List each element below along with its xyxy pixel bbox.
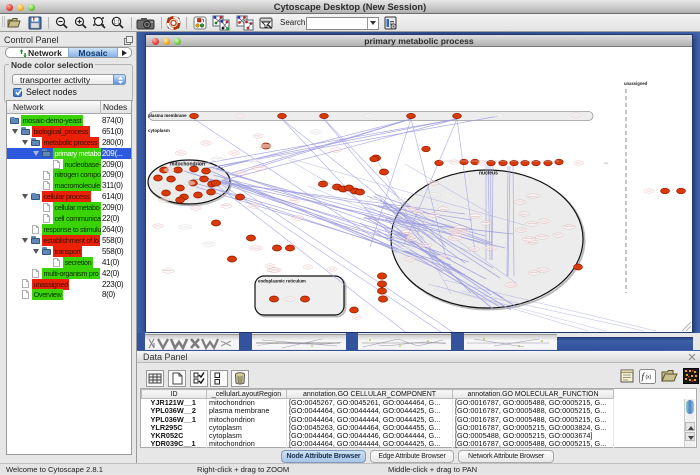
svg-text:unassigned: unassigned	[624, 81, 648, 86]
svg-text:1:1: 1:1	[113, 20, 120, 26]
svg-text:(tx): (tx)	[604, 161, 608, 165]
svg-text:endoplasmic reticulum: endoplasmic reticulum	[258, 279, 306, 284]
svg-text:nucleus: nucleus	[479, 171, 498, 177]
svg-text:mitochondrion: mitochondrion	[170, 162, 205, 168]
svg-text:plasma membrane: plasma membrane	[148, 113, 187, 118]
svg-text:cytoplasm: cytoplasm	[148, 128, 170, 133]
svg-text:(x): (x)	[646, 375, 652, 381]
